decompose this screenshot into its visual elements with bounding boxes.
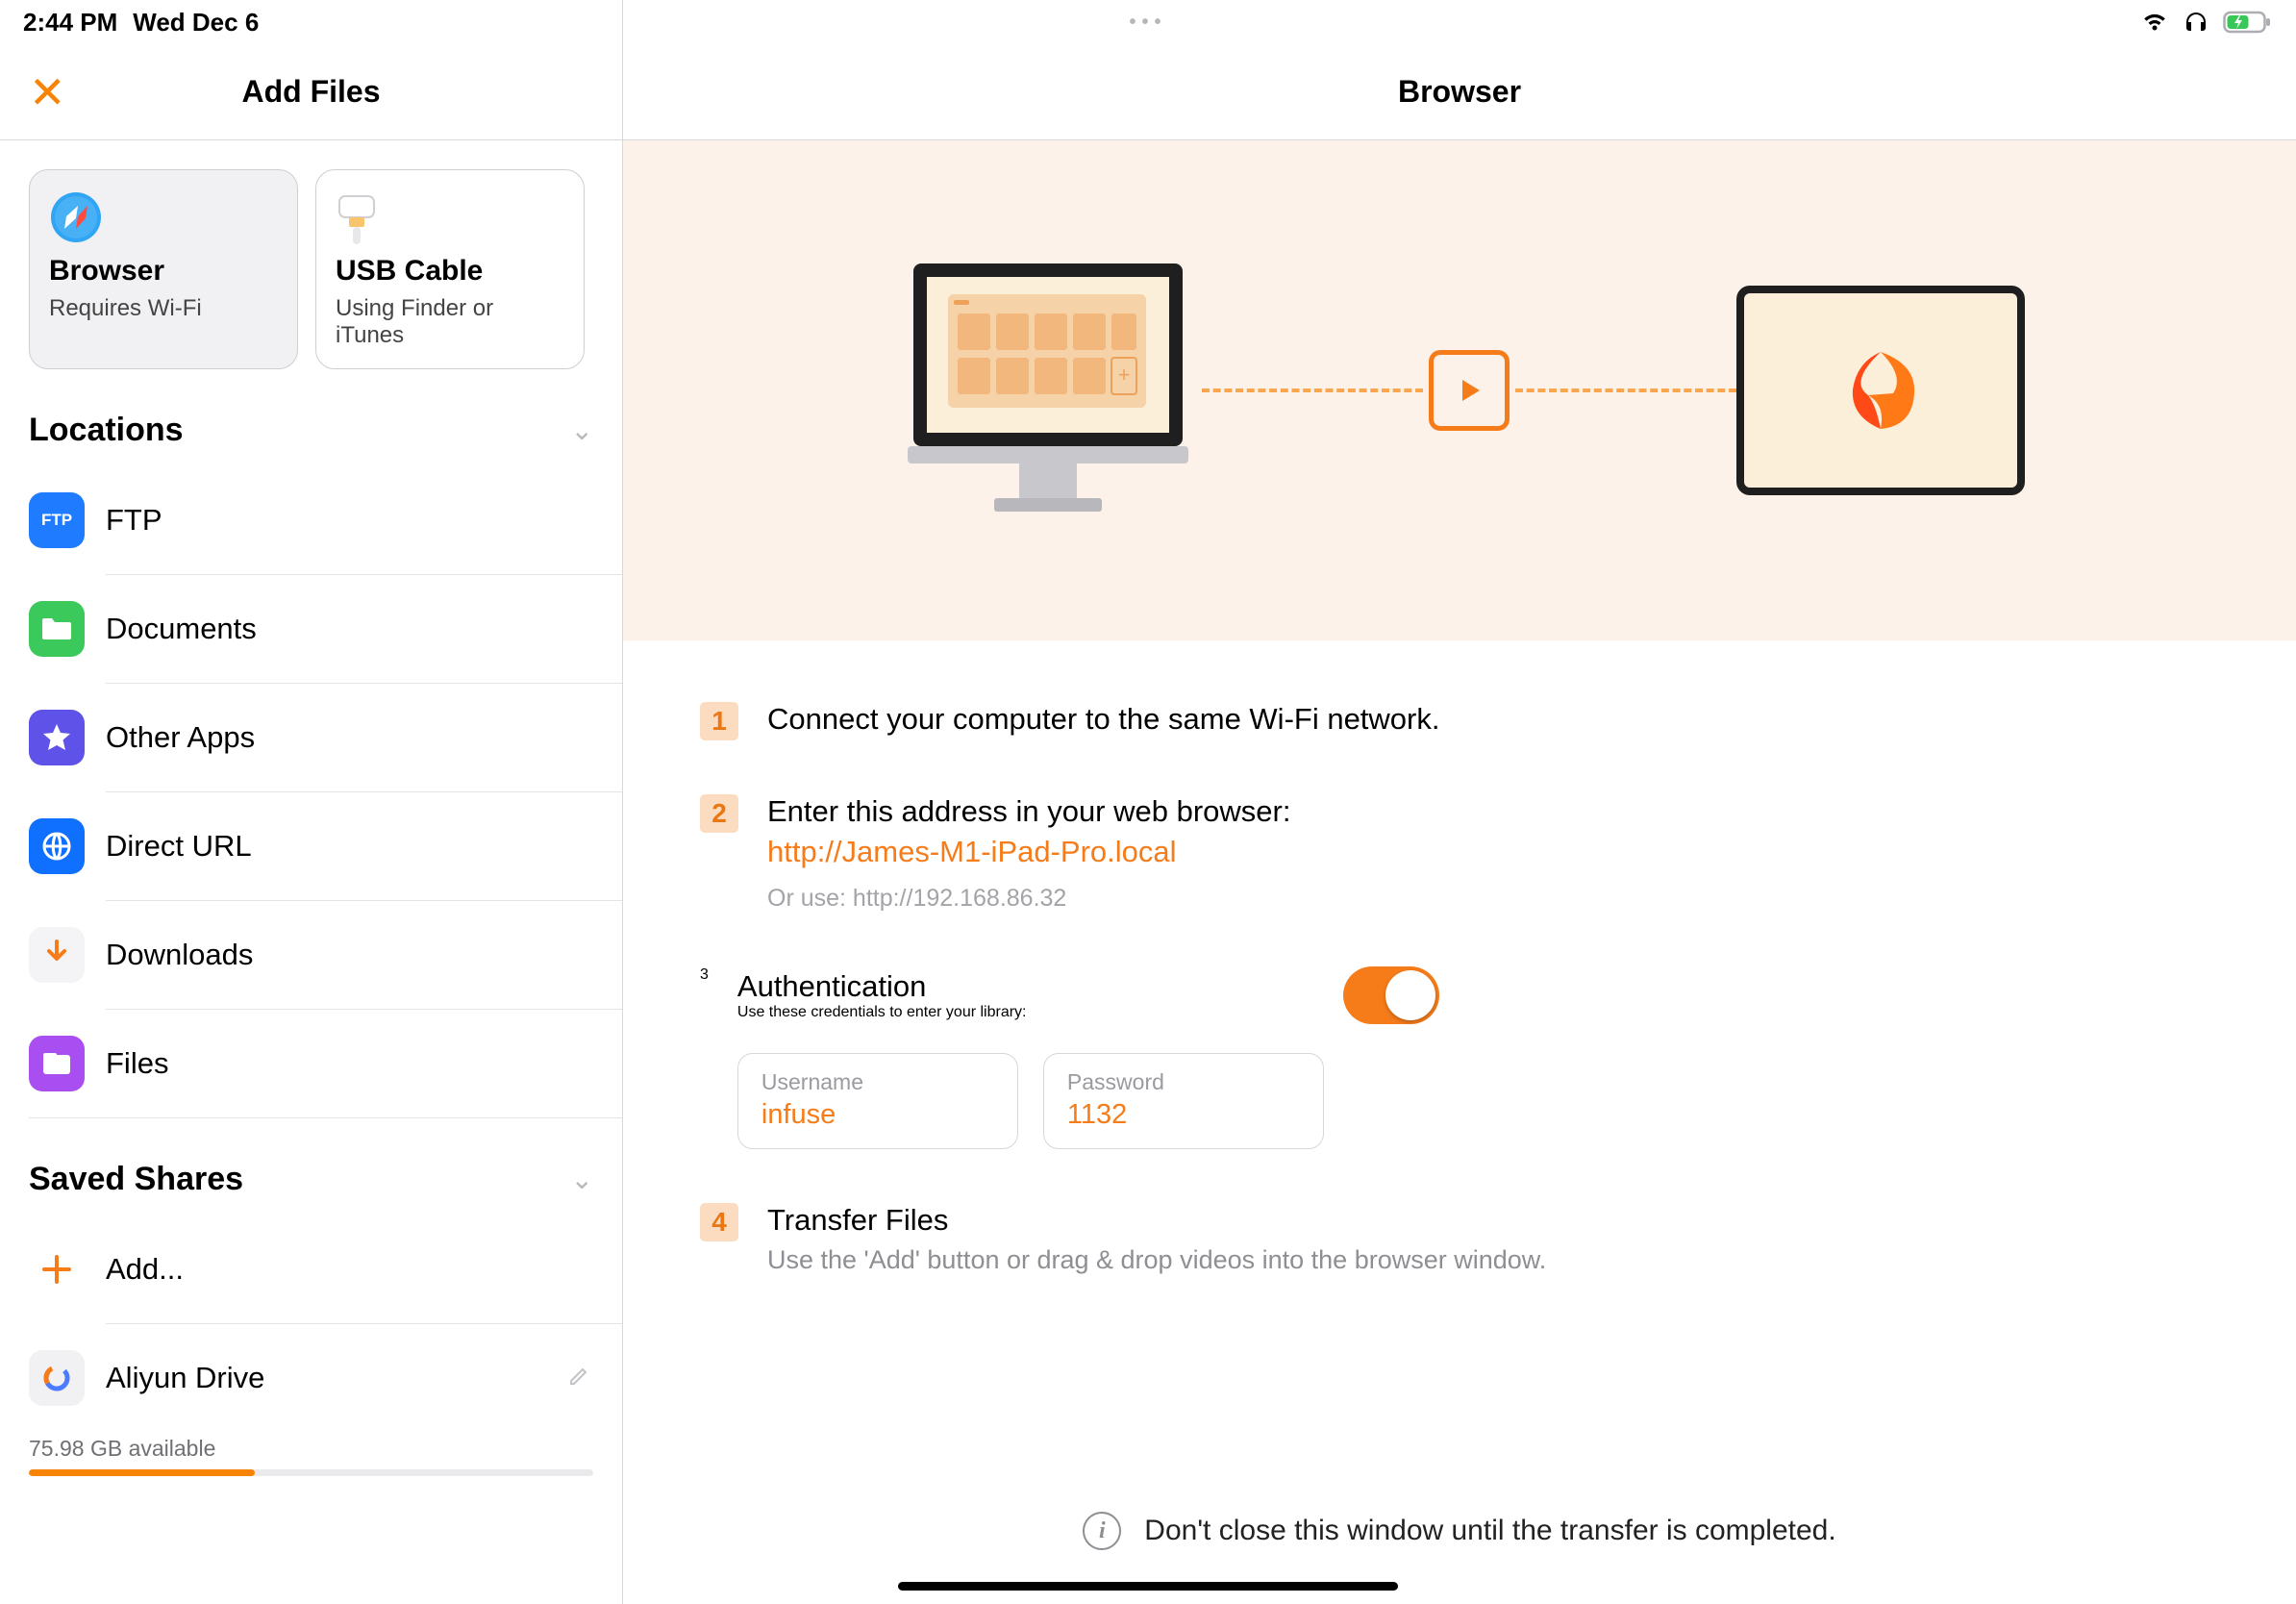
username-value: infuse <box>761 1099 994 1131</box>
row-label: Direct URL <box>106 829 252 864</box>
section-locations[interactable]: Locations ⌄ <box>0 369 622 466</box>
sidebar-title: Add Files <box>241 74 380 110</box>
step-2: 2 Enter this address in your web browser… <box>700 794 2219 913</box>
step-text: Enter this address in your web browser: <box>767 794 2219 829</box>
card-usb[interactable]: USB Cable Using Finder or iTunes <box>315 169 585 369</box>
row-label: Aliyun Drive <box>106 1361 264 1395</box>
card-usb-sub: Using Finder or iTunes <box>336 295 564 349</box>
chevron-down-icon: ⌄ <box>571 1164 593 1195</box>
play-tile-icon <box>1429 350 1510 431</box>
edit-icon[interactable] <box>566 1362 593 1395</box>
home-indicator[interactable] <box>898 1582 1398 1591</box>
plus-icon <box>29 1241 85 1297</box>
section-saved-shares-label: Saved Shares <box>29 1161 243 1198</box>
username-label: Username <box>761 1069 994 1095</box>
row-documents[interactable]: Documents <box>0 575 622 683</box>
step-number: 4 <box>700 1203 738 1241</box>
card-usb-title: USB Cable <box>336 255 564 288</box>
step-number: 3 <box>700 966 709 984</box>
section-saved-shares[interactable]: Saved Shares ⌄ <box>0 1118 622 1216</box>
step-number: 2 <box>700 794 738 833</box>
auth-title: Authentication <box>737 969 1027 1004</box>
row-downloads[interactable]: Downloads <box>0 901 622 1009</box>
auth-toggle[interactable] <box>1343 966 1439 1024</box>
local-url-link[interactable]: http://James-M1-iPad-Pro.local <box>767 835 2219 869</box>
step-4: 4 Transfer Files Use the 'Add' button or… <box>700 1203 2219 1275</box>
row-direct-url[interactable]: Direct URL <box>0 792 622 900</box>
card-browser-title: Browser <box>49 255 278 288</box>
row-label: Other Apps <box>106 720 255 755</box>
step-sub: Use the 'Add' button or drag & drop vide… <box>767 1245 2219 1275</box>
usb-cable-icon <box>336 188 564 247</box>
row-other-apps[interactable]: Other Apps <box>0 684 622 791</box>
password-field[interactable]: Password 1132 <box>1043 1053 1324 1149</box>
sidebar-header: ✕ Add Files <box>0 44 622 140</box>
computer-icon: + <box>894 254 1202 528</box>
row-label: FTP <box>106 503 162 538</box>
chevron-down-icon: ⌄ <box>571 414 593 446</box>
globe-icon <box>29 818 85 874</box>
step-number: 1 <box>700 702 738 740</box>
files-icon <box>29 1036 85 1091</box>
folder-icon <box>29 601 85 657</box>
notice-text: Don't close this window until the transf… <box>1144 1515 1835 1547</box>
steps: 1 Connect your computer to the same Wi-F… <box>623 640 2296 1337</box>
storage-text: 75.98 GB available <box>29 1436 593 1462</box>
sidebar: ✕ Add Files Browser Requires Wi-Fi USB C… <box>0 0 623 1604</box>
step-1: 1 Connect your computer to the same Wi-F… <box>700 702 2219 740</box>
ftp-icon: FTP <box>29 492 85 548</box>
main-pane: Browser + <box>623 0 2296 1604</box>
storage-fill <box>29 1469 255 1476</box>
step-text: Connect your computer to the same Wi-Fi … <box>767 702 2219 737</box>
footer-notice: i Don't close this window until the tran… <box>623 1512 2296 1550</box>
step-3: 3 Authentication Use these credentials t… <box>700 966 2219 1149</box>
alt-url-text: Or use: http://192.168.86.32 <box>767 885 2219 913</box>
main-title: Browser <box>1398 74 1521 110</box>
section-locations-label: Locations <box>29 412 184 449</box>
auth-sub: Use these credentials to enter your libr… <box>737 1004 1027 1021</box>
row-label: Add... <box>106 1252 184 1287</box>
info-icon: i <box>1083 1512 1121 1550</box>
row-label: Files <box>106 1046 168 1081</box>
hero-illustration: + <box>623 140 2296 640</box>
password-value: 1132 <box>1067 1099 1300 1131</box>
download-icon <box>29 927 85 983</box>
dash-line-icon <box>1515 388 1736 392</box>
aliyun-icon <box>29 1350 85 1406</box>
row-label: Documents <box>106 612 257 646</box>
row-aliyun-drive[interactable]: Aliyun Drive <box>0 1324 622 1432</box>
storage-indicator: 75.98 GB available <box>0 1436 622 1505</box>
dash-line-icon <box>1202 388 1423 392</box>
tablet-icon <box>1736 286 2025 495</box>
password-label: Password <box>1067 1069 1300 1095</box>
main-header: Browser <box>623 44 2296 140</box>
row-add-share[interactable]: Add... <box>0 1216 622 1323</box>
row-label: Downloads <box>106 938 253 972</box>
row-ftp[interactable]: FTP FTP <box>0 466 622 574</box>
svg-text:+: + <box>1118 363 1131 387</box>
step-title: Transfer Files <box>767 1203 2219 1238</box>
row-files[interactable]: Files <box>0 1010 622 1117</box>
username-field[interactable]: Username infuse <box>737 1053 1018 1149</box>
card-browser[interactable]: Browser Requires Wi-Fi <box>29 169 298 369</box>
card-browser-sub: Requires Wi-Fi <box>49 295 278 322</box>
safari-icon <box>49 188 278 247</box>
close-icon[interactable]: ✕ <box>29 66 66 118</box>
star-icon <box>29 710 85 765</box>
